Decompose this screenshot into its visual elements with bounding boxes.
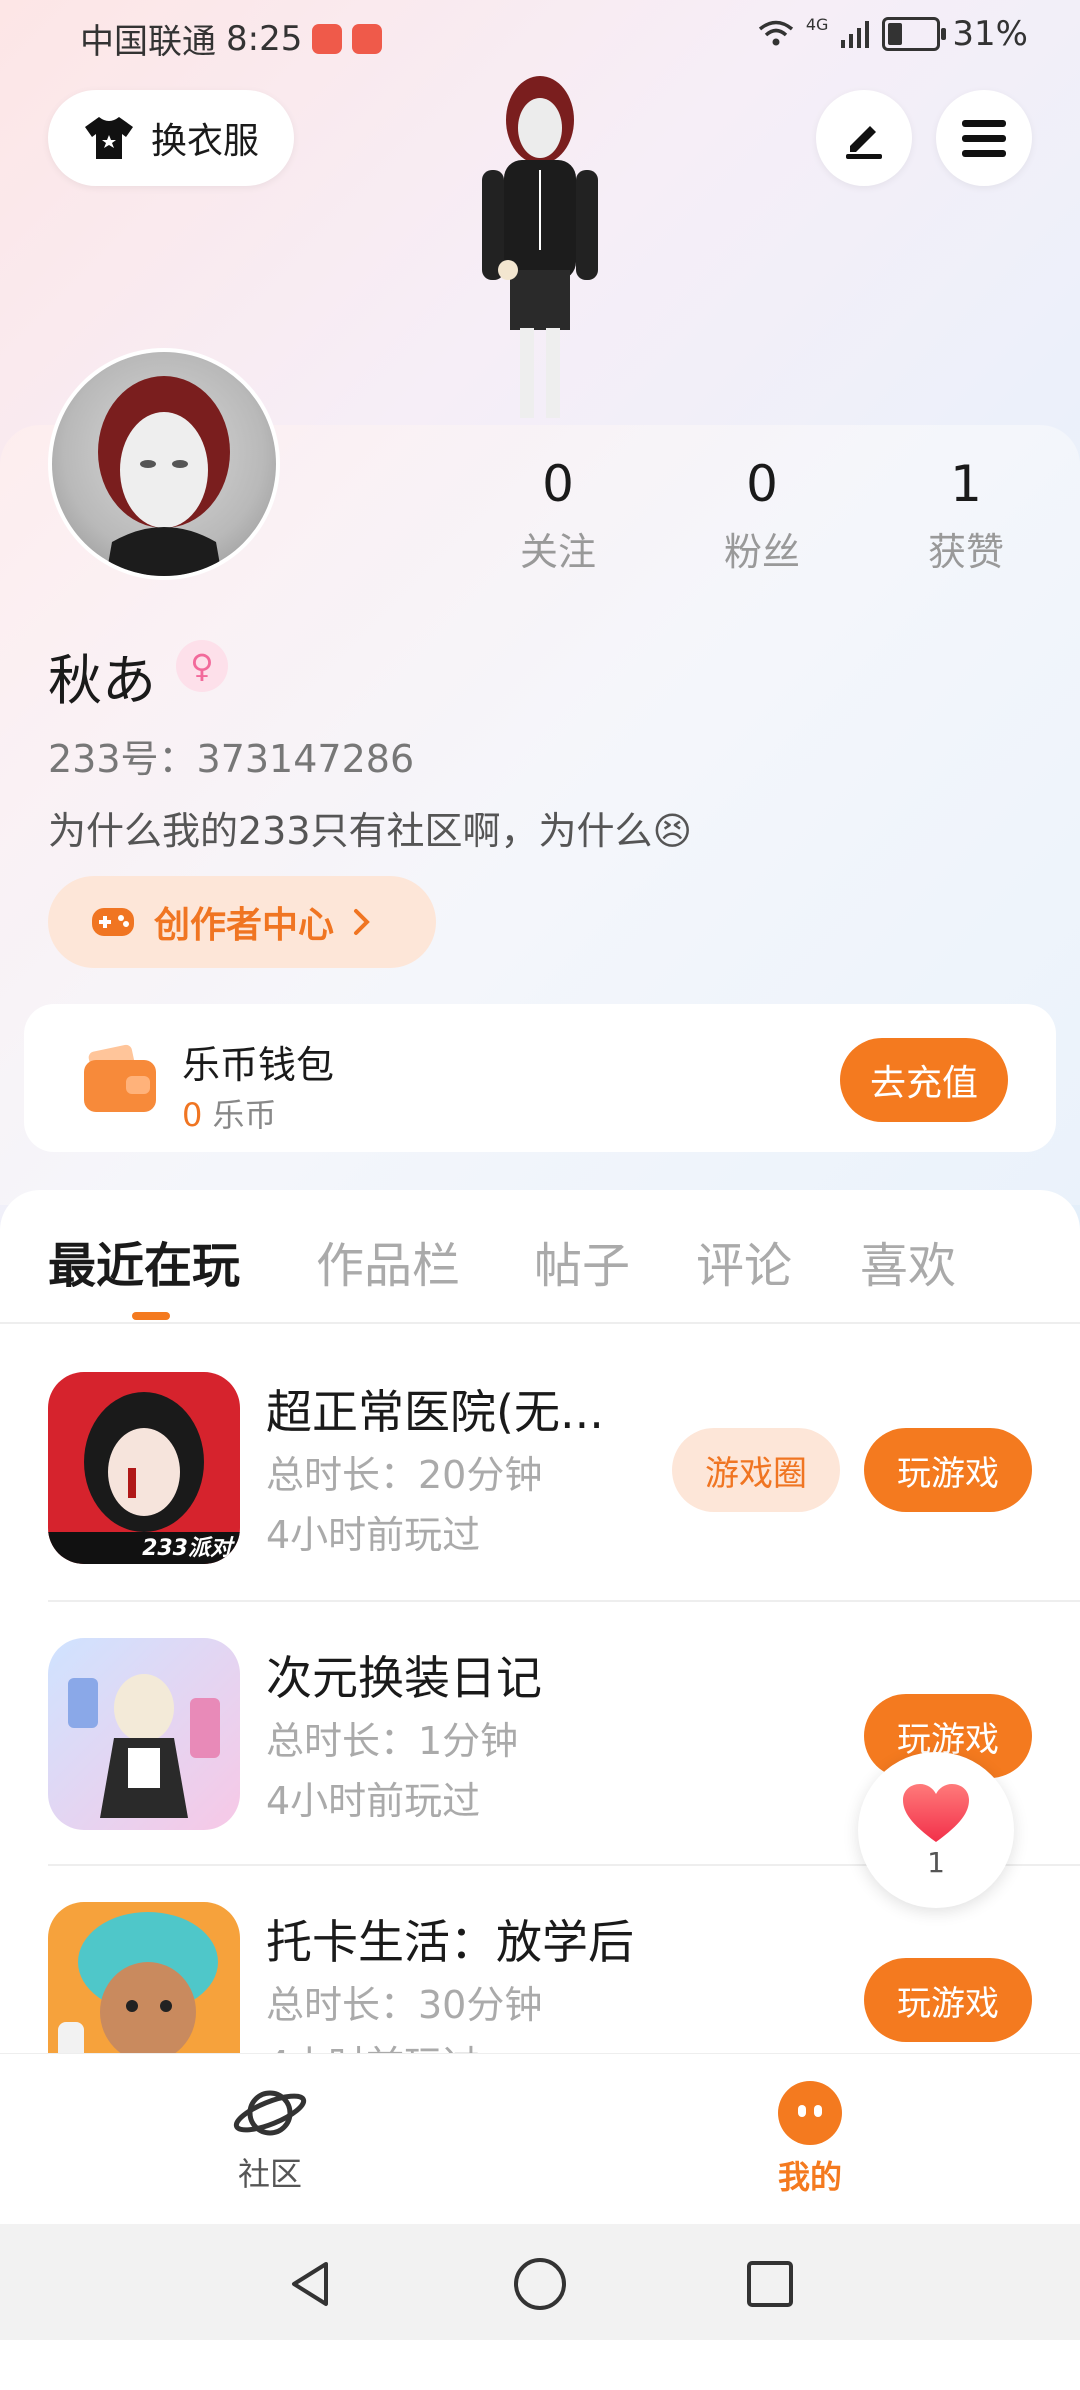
game-icon [48,1902,240,2054]
back-icon[interactable] [284,2258,336,2310]
clock: 8:25 [226,18,303,59]
notification-icon [352,23,383,54]
bio-emoji: 😣 [652,809,693,853]
play-game-button[interactable]: 玩游戏 [864,1428,1032,1512]
tab-recent[interactable]: 最近在玩 [48,1226,240,1296]
game-last-played: 4小时前玩过 [266,1513,481,1557]
status-bar: 中国联通 8:25 4G 31% [0,0,1080,72]
game-name: 超正常医院(无... [266,1385,604,1439]
wallet-card[interactable]: 乐币钱包 0 乐币 去充值 [24,1004,1056,1152]
network-type: 4G [805,14,829,34]
creator-center-button[interactable]: 创作者中心 [48,876,436,968]
stat-value: 0 [542,455,574,513]
stat-followers[interactable]: 0 粉丝 [702,455,822,576]
change-outfit-label: 换衣服 [150,121,259,162]
wallet-unit: 乐币 [212,1096,277,1134]
nav-community[interactable]: 社区 [170,2054,370,2224]
system-nav-bar [0,2224,1080,2340]
like-count: 1 [927,1845,945,1879]
wallet-amount: 0 [182,1096,203,1134]
wifi-icon [758,20,793,46]
stat-value: 1 [950,455,982,513]
stat-value: 0 [746,455,778,513]
bio: 为什么我的233只有社区啊，为什么😣 [48,800,692,855]
home-icon[interactable] [512,2256,568,2312]
floating-like-button[interactable]: 1 [858,1752,1014,1908]
bottom-nav: 社区 我的 [0,2054,1080,2224]
tab-indicator [132,1312,170,1320]
avatar-image [98,376,230,576]
notification-icon [312,23,343,54]
game-name: 次元换装日记 [266,1651,542,1705]
gamepad-icon [92,908,134,936]
game-icon [48,1638,240,1830]
wallet-title: 乐币钱包 [182,1043,335,1087]
game-icon-badge: 233派对 [142,1536,232,1561]
carrier-name: 中国联通 [80,22,216,62]
stat-label: 粉丝 [723,530,800,574]
game-duration: 总时长：1分钟 [266,1719,519,1763]
nickname: 秋あ [48,649,156,712]
tshirt-icon [84,117,133,159]
nav-mine[interactable]: 我的 [710,2054,910,2224]
battery-icon [882,17,947,51]
nav-label: 我的 [777,2158,842,2196]
heart-icon [903,1783,969,1842]
stat-following[interactable]: 0 关注 [498,455,618,576]
change-outfit-button[interactable]: 换衣服 [48,90,294,186]
menu-button[interactable] [936,90,1032,186]
tab-posts[interactable]: 帖子 [534,1226,630,1296]
tab-comments[interactable]: 评论 [696,1226,792,1296]
avatar[interactable] [48,348,280,580]
nav-label: 社区 [237,2155,302,2193]
game-last-played: 4小时前玩过 [266,1779,481,1823]
game-circle-button[interactable]: 游戏圈 [672,1428,840,1512]
game-duration: 总时长：20分钟 [266,1453,543,1497]
edit-profile-button[interactable] [816,90,912,186]
game-icon: 233派对 [48,1372,240,1564]
stat-label: 关注 [519,530,596,574]
game-duration: 总时长：30分钟 [266,1983,543,2027]
divider [0,1322,1080,1324]
creator-center-label: 创作者中心 [154,905,335,946]
game-name: 托卡生活：放学后 [266,1915,634,1969]
battery-percent: 31% [952,14,1028,54]
stat-label: 获赞 [927,530,1004,574]
edit-icon [846,126,882,159]
planet-icon [233,2090,307,2136]
play-game-button[interactable]: 玩游戏 [864,1958,1032,2042]
female-icon: ♀ [176,640,228,692]
face-icon [778,2081,842,2145]
wallet-icon [84,1044,156,1112]
recharge-button[interactable]: 去充值 [840,1038,1008,1122]
chevron-right-icon [354,909,370,935]
tab-works[interactable]: 作品栏 [316,1226,460,1296]
menu-icon [962,120,1006,157]
wallet-balance: 0 乐币 [182,1090,277,1136]
signal-icon [841,21,870,48]
list-item[interactable]: 233派对 超正常医院(无... 总时长：20分钟 4小时前玩过 游戏圈 玩游戏 [0,1336,1080,1602]
avatar-figure[interactable] [440,70,640,430]
game-last-played: 4小时前玩过 [266,2034,480,2054]
recents-icon[interactable] [744,2258,796,2310]
user-id: 233号：373147286 [48,737,415,781]
bio-text: 为什么我的233只有社区啊，为什么 [48,809,653,853]
stat-likes[interactable]: 1 获赞 [906,455,1026,576]
tab-likes[interactable]: 喜欢 [860,1226,956,1296]
